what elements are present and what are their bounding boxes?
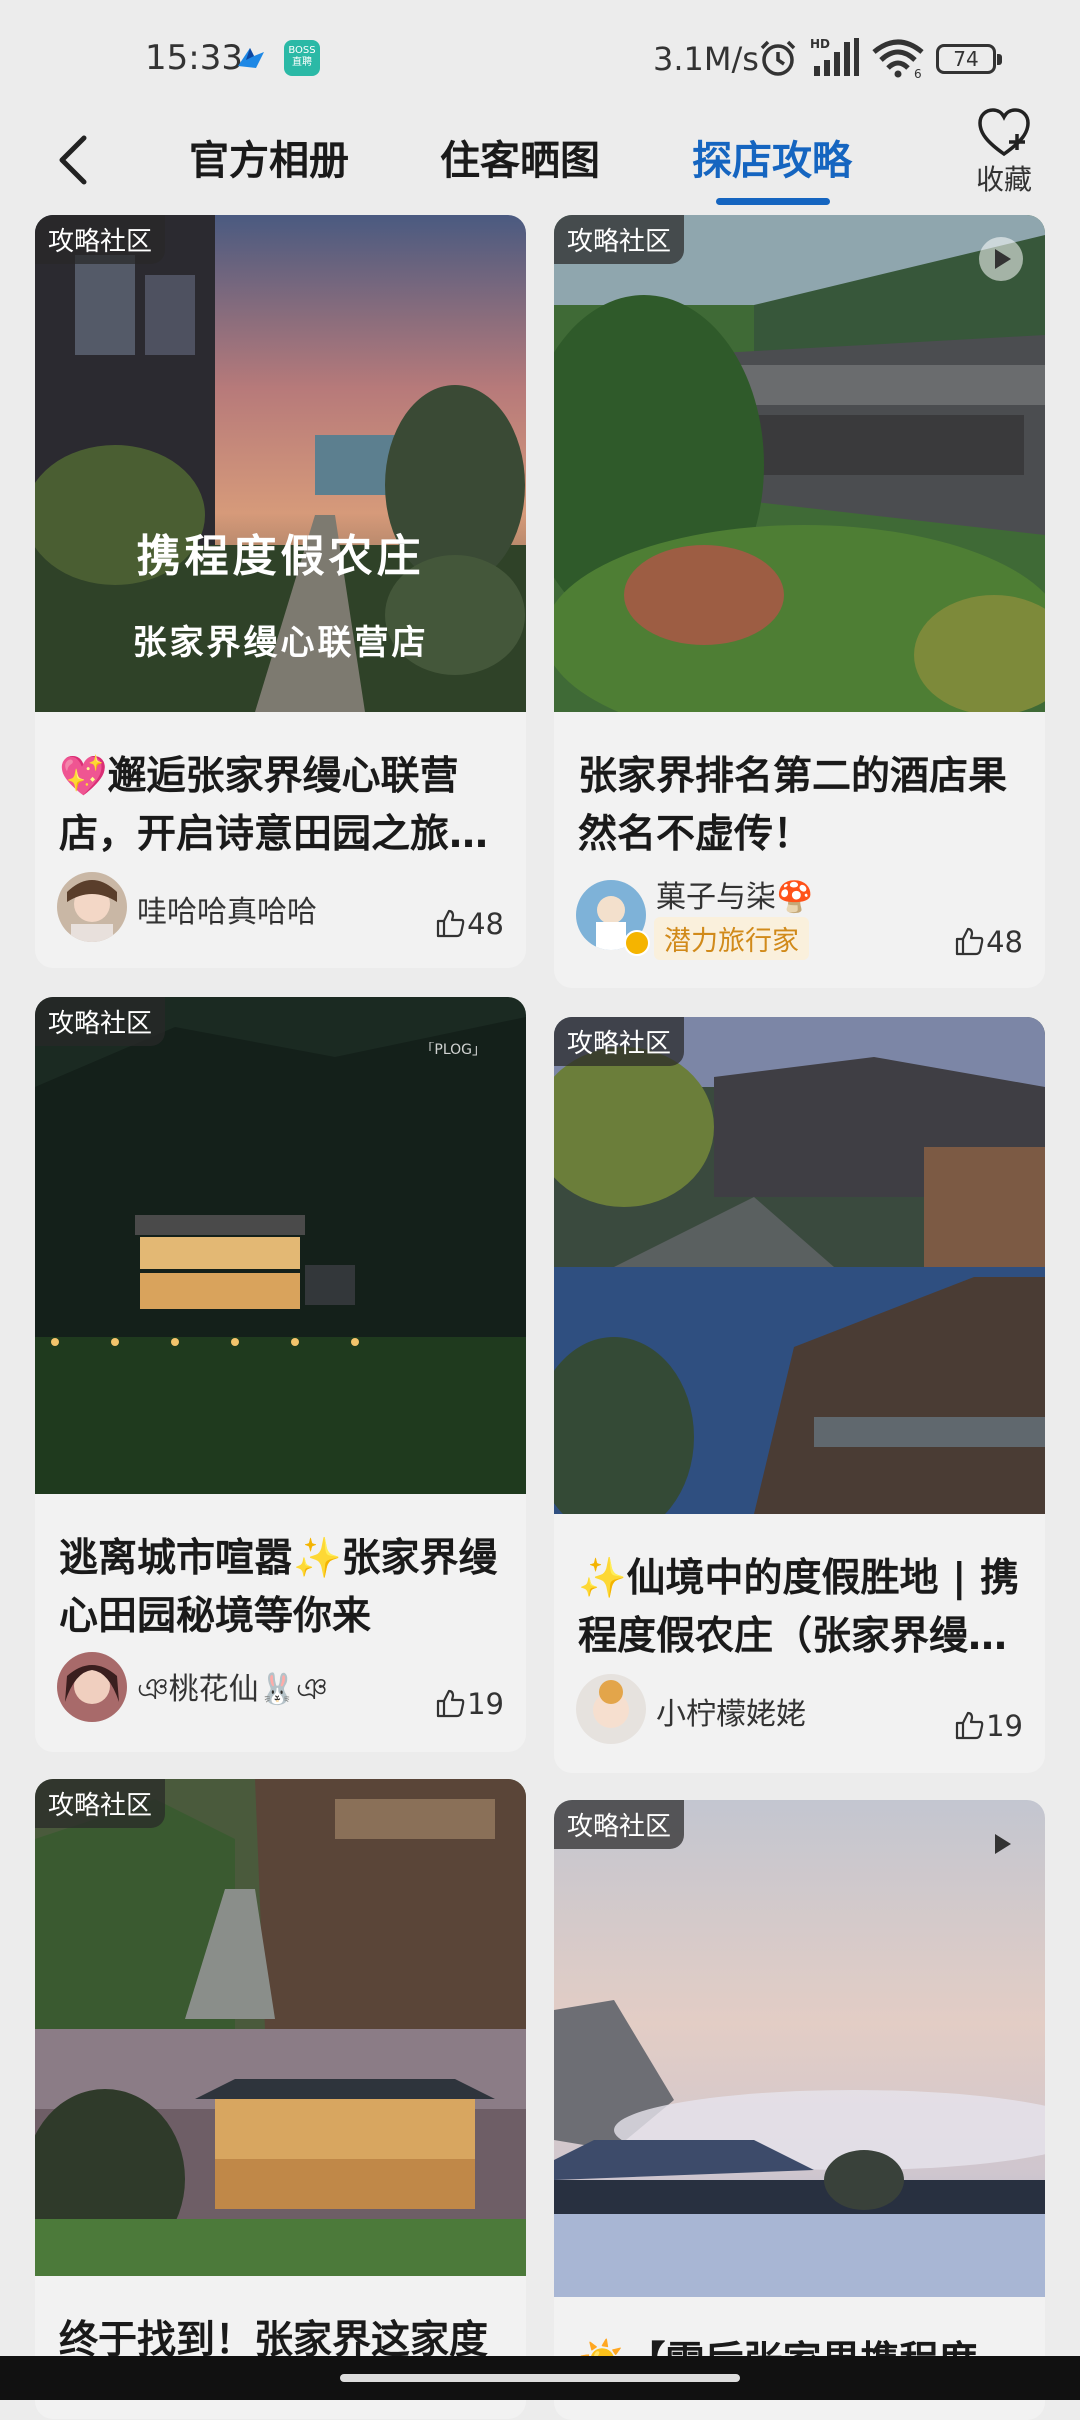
thumbs-up-icon <box>955 927 984 956</box>
tab-official-album[interactable]: 官方相册 <box>189 128 349 186</box>
card-title[interactable]: 逃离城市喧嚣✨张家界缦心田园秘境等你来 <box>59 1530 504 1646</box>
author-name[interactable]: 小柠檬姥姥 <box>656 1689 806 1733</box>
gesture-navigation-bar <box>0 2356 1080 2400</box>
card-title[interactable]: ✨仙境中的度假胜地 | 携程度假农庄（张家界缦… <box>578 1550 1023 1666</box>
community-badge: 攻略社区 <box>35 215 166 264</box>
author-name[interactable]: 菓子与柒🍄 <box>656 872 813 916</box>
avatar[interactable] <box>576 1674 646 1744</box>
card-image <box>554 215 1045 712</box>
network-speed: 3.1M/s <box>653 40 759 78</box>
card-title[interactable]: 💖邂逅张家界缦心联营店，开启诗意田园之旅… <box>59 748 504 864</box>
tab-guest-photos[interactable]: 住客晒图 <box>440 128 600 186</box>
home-indicator[interactable] <box>340 2374 740 2382</box>
guide-card[interactable]: 「PLOG」 攻略社区 逃离城市喧嚣✨张家界缦心田园秘境等你来 ঞ桃花仙🐰ঞ 1… <box>35 997 526 1752</box>
image-caption: 「PLOG」 <box>420 1042 486 1058</box>
image-caption-title: 携程度假农庄 <box>136 531 425 582</box>
heart-plus-icon <box>978 108 1030 157</box>
card-image: 携程度假农庄 张家界缦心联营店 <box>35 215 526 712</box>
tab-store-guides[interactable]: 探店攻略 <box>692 128 852 186</box>
guide-card[interactable]: 攻略社区 ✨仙境中的度假胜地 | 携程度假农庄（张家界缦… 小柠檬姥姥 19 <box>554 1017 1045 1773</box>
top-nav: 官方相册 住客晒图 探店攻略 收藏 <box>0 108 1080 210</box>
video-play-icon[interactable] <box>979 1822 1023 1866</box>
guide-card[interactable]: 携程度假农庄 张家界缦心联营店 攻略社区 💖邂逅张家界缦心联营店，开启诗意田园之… <box>35 215 526 968</box>
thumbs-up-icon <box>955 1711 984 1740</box>
guide-card[interactable]: 攻略社区 终于找到！张家界这家度 <box>35 1779 526 2419</box>
card-image: 「PLOG」 <box>35 997 526 1494</box>
avatar[interactable] <box>57 872 127 942</box>
community-badge: 攻略社区 <box>554 1800 685 1849</box>
community-badge: 攻略社区 <box>35 1779 166 1828</box>
thumbs-up-icon <box>436 1689 465 1718</box>
wifi-icon: 6 <box>872 39 924 78</box>
boss-app-icon: BOSS 直聘 <box>284 40 320 76</box>
avatar[interactable] <box>57 1652 127 1722</box>
card-title[interactable]: 张家界排名第二的酒店果然名不虚传！ <box>578 748 1023 864</box>
app-notification-icon <box>238 48 264 68</box>
favorite-button[interactable]: 收藏 <box>972 108 1036 198</box>
guide-card[interactable]: 攻略社区 ☀️【雪后张家界携程度 <box>554 1800 1045 2420</box>
like-count[interactable]: 19 <box>954 1709 1023 1743</box>
card-image <box>554 1800 1045 2297</box>
alarm-icon <box>760 40 796 76</box>
video-play-icon[interactable] <box>979 237 1023 281</box>
community-badge: 攻略社区 <box>554 215 685 264</box>
card-image <box>35 1779 526 2276</box>
thumbs-up-icon <box>436 909 465 938</box>
author-name[interactable]: 哇哈哈真哈哈 <box>137 887 317 931</box>
author-tag: 潜力旅行家 <box>654 917 809 960</box>
image-caption-subtitle: 张家界缦心联营店 <box>132 623 429 663</box>
verified-badge-icon <box>624 930 650 956</box>
community-badge: 攻略社区 <box>554 1017 685 1066</box>
status-bar: 15:33 BOSS 直聘 3.1M/s HD 6 74 <box>0 0 1080 118</box>
like-count[interactable]: 48 <box>954 925 1023 959</box>
active-tab-indicator <box>716 198 830 205</box>
community-badge: 攻略社区 <box>35 997 166 1046</box>
battery-indicator: 74 <box>936 44 1002 74</box>
author-name[interactable]: ঞ桃花仙🐰ঞ <box>137 1664 328 1716</box>
cellular-signal-icon: HD <box>810 37 859 76</box>
like-count[interactable]: 48 <box>435 907 504 941</box>
card-image <box>554 1017 1045 1514</box>
like-count[interactable]: 19 <box>435 1687 504 1721</box>
favorite-label: 收藏 <box>975 163 1032 196</box>
guide-card[interactable]: 攻略社区 张家界排名第二的酒店果然名不虚传！ 菓子与柒🍄 潜力旅行家 48 <box>554 215 1045 988</box>
status-time: 15:33 <box>145 38 243 78</box>
back-arrow-icon[interactable] <box>50 130 100 190</box>
svg-text:HD: HD <box>810 37 830 51</box>
svg-text:6: 6 <box>914 67 922 78</box>
